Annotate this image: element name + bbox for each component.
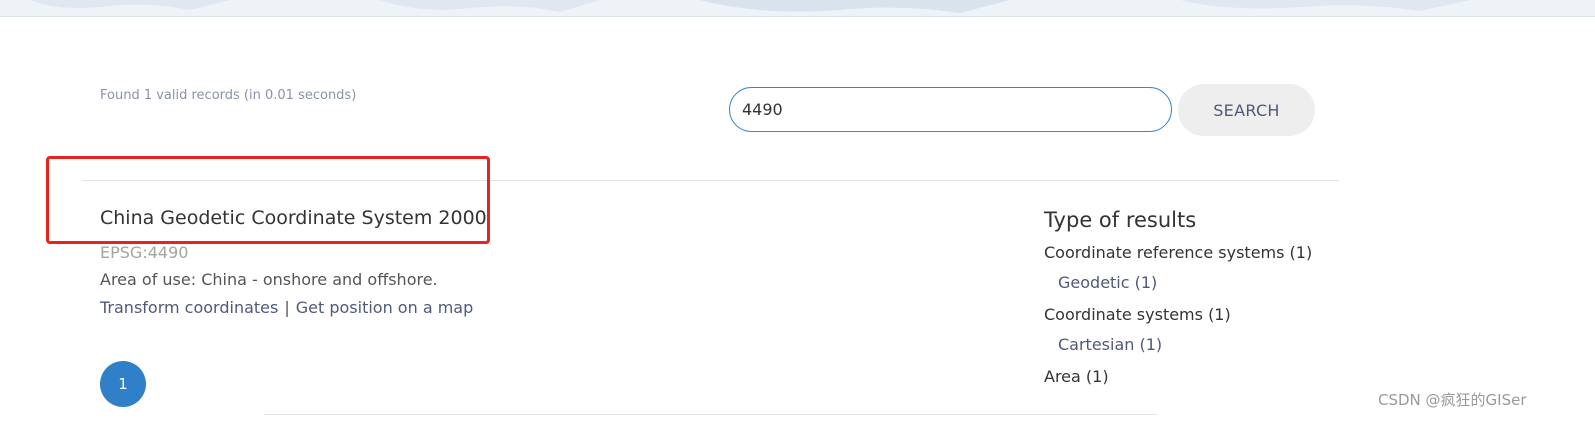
search-button[interactable]: SEARCH bbox=[1178, 84, 1315, 136]
result-links: Transform coordinates | Get position on a … bbox=[100, 298, 473, 317]
red-highlight-box bbox=[46, 156, 490, 244]
search-input[interactable] bbox=[729, 87, 1172, 132]
facet-area[interactable]: Area (1) bbox=[1044, 367, 1109, 386]
bottom-divider bbox=[264, 414, 1157, 415]
facet-cs[interactable]: Coordinate systems (1) bbox=[1044, 305, 1231, 324]
facet-crs[interactable]: Coordinate reference systems (1) bbox=[1044, 243, 1312, 262]
result-code: EPSG:4490 bbox=[100, 243, 189, 262]
result-area: Area of use: China - onshore and offshor… bbox=[100, 270, 438, 289]
results-count: Found 1 valid records (in 0.01 seconds) bbox=[100, 88, 357, 103]
facet-cs-cartesian[interactable]: Cartesian (1) bbox=[1058, 335, 1162, 354]
facet-heading: Type of results bbox=[1044, 208, 1197, 232]
csdn-watermark: CSDN @疯狂的GISer bbox=[1378, 391, 1527, 409]
page: Found 1 valid records (in 0.01 seconds) … bbox=[0, 0, 1595, 424]
map-position-link[interactable]: Get position on a map bbox=[296, 298, 474, 317]
transform-coordinates-link[interactable]: Transform coordinates bbox=[100, 298, 278, 317]
link-separator: | bbox=[284, 298, 290, 317]
world-map-illustration bbox=[30, 0, 1470, 13]
facet-crs-geodetic[interactable]: Geodetic (1) bbox=[1058, 273, 1157, 292]
pagination-page-1[interactable]: 1 bbox=[100, 361, 146, 407]
map-banner bbox=[0, 0, 1595, 17]
